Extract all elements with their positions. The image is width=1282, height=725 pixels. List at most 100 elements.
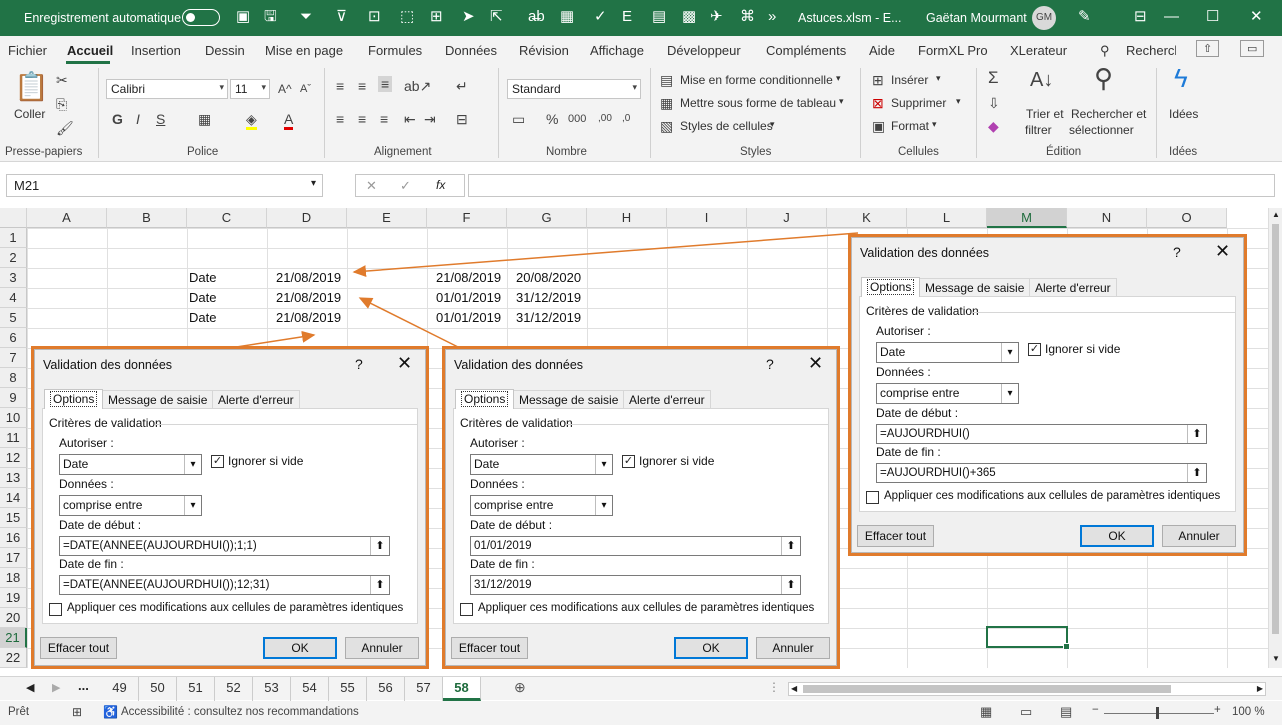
horizontal-scrollbar[interactable]: ◀ ▶ bbox=[788, 682, 1266, 696]
autosum-icon[interactable]: Σ bbox=[988, 69, 999, 86]
ignore-blank-checkbox[interactable]: ✓ bbox=[211, 455, 224, 468]
increase-decimal-icon[interactable]: ,00 bbox=[598, 111, 612, 127]
goto-icon[interactable]: ⇱ bbox=[490, 8, 503, 26]
cell-d3[interactable]: 21/08/2019 bbox=[276, 268, 341, 288]
strikethrough-icon[interactable]: a̶b bbox=[528, 8, 545, 26]
tab-options[interactable]: Options bbox=[455, 389, 515, 409]
cell-c4[interactable]: Date bbox=[189, 288, 216, 308]
tab-complements[interactable]: Compléments bbox=[766, 43, 846, 58]
column-header-g[interactable]: G bbox=[507, 208, 587, 228]
sheet-tab-57[interactable]: 57 bbox=[405, 677, 443, 701]
column-header-l[interactable]: L bbox=[907, 208, 987, 228]
sheet-tab-49[interactable]: 49 bbox=[101, 677, 139, 701]
minimize-icon[interactable]: — bbox=[1164, 8, 1179, 26]
cell-g3[interactable]: 20/08/2020 bbox=[516, 268, 581, 288]
tab-error-alert[interactable]: Alerte d'erreur bbox=[1029, 278, 1117, 298]
tab-donnees[interactable]: Données bbox=[445, 43, 497, 58]
cell-g4[interactable]: 31/12/2019 bbox=[516, 288, 581, 308]
add-sheet-icon[interactable]: ⊕ bbox=[514, 679, 526, 696]
increase-indent-icon[interactable]: ⇥ bbox=[424, 111, 436, 127]
apply-all-checkbox[interactable] bbox=[49, 603, 62, 616]
row-header-12[interactable]: 12 bbox=[0, 448, 27, 468]
sheet-tab-58[interactable]: 58 bbox=[443, 677, 481, 701]
fill-down-icon[interactable]: ⇩ bbox=[988, 95, 1000, 111]
tab-fichier[interactable]: Fichier bbox=[8, 43, 47, 58]
tab-input-message[interactable]: Message de saisie bbox=[513, 390, 625, 410]
formula-input[interactable] bbox=[468, 174, 1275, 197]
zoom-out-icon[interactable]: − bbox=[1092, 704, 1099, 716]
cell-styles-button[interactable]: Styles de cellules bbox=[680, 119, 773, 133]
cancel-button[interactable]: Annuler bbox=[756, 637, 830, 659]
decrease-indent-icon[interactable]: ⇤ bbox=[404, 111, 416, 127]
row-header-3[interactable]: 3 bbox=[0, 268, 27, 288]
ok-button[interactable]: OK bbox=[263, 637, 337, 659]
avatar[interactable]: GM bbox=[1032, 6, 1056, 30]
sort-filter-label-1[interactable]: Trier et bbox=[1026, 107, 1064, 121]
column-header-i[interactable]: I bbox=[667, 208, 747, 228]
align-center-icon[interactable]: ≡ bbox=[358, 111, 366, 127]
close-icon[interactable]: ✕ bbox=[1250, 8, 1263, 26]
row-header-11[interactable]: 11 bbox=[0, 428, 27, 448]
cell-f3[interactable]: 21/08/2019 bbox=[436, 268, 501, 288]
vertical-scrollbar[interactable]: ▲ ▼ bbox=[1268, 208, 1282, 668]
row-header-7[interactable]: 7 bbox=[0, 348, 27, 368]
column-header-a[interactable]: A bbox=[27, 208, 107, 228]
cancel-button[interactable]: Annuler bbox=[345, 637, 419, 659]
share-icon[interactable]: ⇧ bbox=[1196, 40, 1220, 57]
row-header-21[interactable]: 21 bbox=[0, 628, 27, 648]
column-header-f[interactable]: F bbox=[427, 208, 507, 228]
column-header-h[interactable]: H bbox=[587, 208, 667, 228]
clear-all-button[interactable]: Effacer tout bbox=[451, 637, 528, 659]
clear-all-button[interactable]: Effacer tout bbox=[857, 525, 934, 547]
format-painter-icon[interactable]: 🖌 bbox=[56, 120, 74, 136]
data-select[interactable]: comprise entre ▾ bbox=[876, 383, 1019, 404]
start-date-input[interactable]: =AUJOURDHUI() ⬆ bbox=[876, 424, 1207, 444]
tab-insertion[interactable]: Insertion bbox=[131, 43, 181, 58]
row-header-16[interactable]: 16 bbox=[0, 528, 27, 548]
row-header-9[interactable]: 9 bbox=[0, 388, 27, 408]
paste-icon[interactable]: 📋 bbox=[14, 72, 49, 102]
find-select-label-1[interactable]: Rechercher et bbox=[1071, 107, 1146, 121]
cell-d5[interactable]: 21/08/2019 bbox=[276, 308, 341, 328]
comma-icon[interactable]: 000 bbox=[568, 111, 586, 127]
column-header-o[interactable]: O bbox=[1147, 208, 1227, 228]
fill-color-icon[interactable]: ◈ bbox=[246, 111, 257, 130]
cell-g5[interactable]: 31/12/2019 bbox=[516, 308, 581, 328]
percent-icon[interactable]: % bbox=[546, 111, 558, 127]
tab-options[interactable]: Options bbox=[44, 389, 104, 409]
name-box[interactable]: M21 ▾ bbox=[6, 174, 323, 197]
data-select[interactable]: comprise entre ▾ bbox=[470, 495, 613, 516]
column-header-j[interactable]: J bbox=[747, 208, 827, 228]
conditional-format-button[interactable]: Mise en forme conditionnelle bbox=[680, 73, 833, 87]
cell-c3[interactable]: Date bbox=[189, 268, 216, 288]
end-date-input[interactable]: =DATE(ANNEE(AUJOURDHUI());12;31) ⬆ bbox=[59, 575, 390, 595]
active-cell-m21[interactable] bbox=[986, 626, 1070, 650]
column-header-k[interactable]: K bbox=[827, 208, 907, 228]
cell-f4[interactable]: 01/01/2019 bbox=[436, 288, 501, 308]
sheet-tab-56[interactable]: 56 bbox=[367, 677, 405, 701]
shrink-font-icon[interactable]: Aˇ bbox=[300, 81, 311, 97]
zoom-thumb[interactable] bbox=[1156, 707, 1159, 719]
sheet-tab-54[interactable]: 54 bbox=[291, 677, 329, 701]
ignore-blank-checkbox[interactable]: ✓ bbox=[1028, 343, 1041, 356]
tab-accueil[interactable]: Accueil bbox=[67, 43, 113, 58]
sheet-tab-52[interactable]: 52 bbox=[215, 677, 253, 701]
close-icon[interactable]: ✕ bbox=[1215, 241, 1230, 262]
more-sheets-dots[interactable]: ... bbox=[78, 678, 89, 693]
row-header-2[interactable]: 2 bbox=[0, 248, 27, 268]
search-box[interactable]: Recherchercl bbox=[1126, 43, 1176, 58]
ok-button[interactable]: OK bbox=[674, 637, 748, 659]
sheet-tab-55[interactable]: 55 bbox=[329, 677, 367, 701]
zoom-level[interactable]: 100 % bbox=[1232, 706, 1265, 718]
text-format-icon[interactable]: E bbox=[622, 8, 632, 26]
start-date-input[interactable]: =DATE(ANNEE(AUJOURDHUI());1;1) ⬆ bbox=[59, 536, 390, 556]
help-icon[interactable]: ? bbox=[355, 356, 363, 372]
allow-select[interactable]: Date ▾ bbox=[470, 454, 613, 475]
number-format-combo[interactable]: Standard ▾ bbox=[507, 79, 641, 99]
page-layout-icon[interactable]: ▭ bbox=[1020, 704, 1032, 720]
sheet-tab-53[interactable]: 53 bbox=[253, 677, 291, 701]
row-header-10[interactable]: 10 bbox=[0, 408, 27, 428]
sort-filter-label-2[interactable]: filtrer bbox=[1025, 123, 1052, 137]
confirm-entry-icon[interactable]: ✓ bbox=[400, 178, 411, 194]
maximize-icon[interactable]: ☐ bbox=[1206, 8, 1219, 26]
